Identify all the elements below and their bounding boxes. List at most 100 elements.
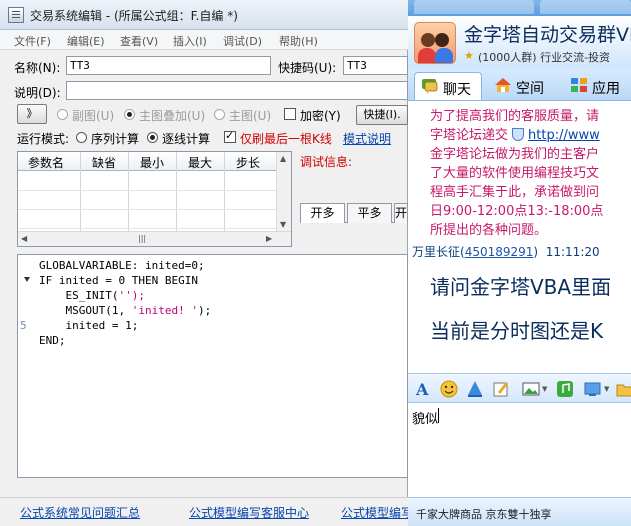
message-text: 当前是分时图还是K xyxy=(430,319,604,343)
radio-sequence-calc-label: 序列计算 xyxy=(91,132,140,146)
code-string: 'inited! ' xyxy=(131,304,198,317)
message-history[interactable]: 为了提高我们的客服质量，请 字塔论坛递交 http://www 金字塔论坛做为我们… xyxy=(408,101,631,373)
tab-chat[interactable]: 聊天 xyxy=(414,72,482,100)
group-notice: 为了提高我们的客服质量，请 字塔论坛递交 http://www 金字塔论坛做为我们… xyxy=(430,107,631,240)
tab-space-label: 空间 xyxy=(516,81,544,97)
param-header-min: 最小 xyxy=(140,156,165,170)
message-text: 请问金字塔VBA里面 xyxy=(430,275,612,299)
forum-link[interactable]: http://www xyxy=(528,128,600,143)
code-line: ES_INIT(''); xyxy=(39,289,145,302)
menu-help[interactable]: 帮助(H) xyxy=(279,33,318,49)
note-icon[interactable] xyxy=(492,380,510,398)
tab-apps[interactable]: 应用 xyxy=(564,72,631,100)
radio-main-label: 主图(U) xyxy=(229,109,272,123)
font-icon[interactable]: A xyxy=(414,380,432,398)
description-input[interactable] xyxy=(66,81,408,100)
name-input[interactable]: TT3 xyxy=(66,56,271,75)
code-editor[interactable]: 5 GLOBALVARIABLE: inited=0; IF inited = … xyxy=(17,254,408,478)
chat-window-tab[interactable] xyxy=(540,0,631,14)
menu-file[interactable]: 文件(F) xyxy=(14,33,51,49)
image-icon[interactable] xyxy=(522,380,540,398)
run-mode-label: 运行模式: xyxy=(17,132,70,146)
ad-link[interactable]: 千家大牌商品 京东雙十独享 xyxy=(416,506,552,522)
avatar-body-icon xyxy=(418,48,436,63)
parameter-grid-vscrollbar[interactable]: ▲ ▼ xyxy=(276,152,291,232)
chat-ad-bar: 千家大牌商品 京东雙十独享 xyxy=(408,497,631,526)
chevron-down-icon[interactable]: ▼ xyxy=(542,385,547,393)
debug-info-label: 调试信息: xyxy=(300,155,353,169)
chat-window-tabstrip xyxy=(408,0,631,16)
param-header-name: 参数名 xyxy=(28,156,65,170)
scroll-up-icon[interactable]: ▲ xyxy=(280,154,286,163)
grid-row-divider xyxy=(18,190,277,191)
tab-open-more[interactable]: 开 xyxy=(394,203,408,223)
radio-bybar-calc-label: 逐线计算 xyxy=(162,132,211,146)
shortcut-label: 快捷码(U): xyxy=(278,61,337,75)
shortcut-input[interactable]: TT3 xyxy=(343,56,408,75)
tab-open-long[interactable]: 开多 xyxy=(300,203,345,223)
grid-col-divider xyxy=(128,152,129,232)
chevron-down-icon[interactable]: ▼ xyxy=(604,385,609,393)
menu-insert[interactable]: 插入(I) xyxy=(173,33,207,49)
name-label: 名称(N): xyxy=(14,61,61,75)
scroll-down-icon[interactable]: ▼ xyxy=(280,220,286,229)
description-label: 说明(D): xyxy=(14,86,61,100)
parameter-grid-hscrollbar[interactable]: ◀ ||| ▶ xyxy=(18,231,291,246)
last-bar-only-checkbox[interactable] xyxy=(224,129,236,143)
tab-close-long[interactable]: 平多 xyxy=(347,203,392,223)
shake-icon[interactable] xyxy=(466,380,484,398)
tab-space[interactable]: 空间 xyxy=(488,72,556,100)
group-name[interactable]: 金字塔自动交易群VBA xyxy=(464,20,631,47)
mode-help-link[interactable]: 模式说明 xyxy=(343,130,391,147)
shield-icon xyxy=(512,128,525,141)
notice-line: 字塔论坛递交 http://www xyxy=(430,126,631,145)
code-line: IF inited = 0 THEN BEGIN xyxy=(39,274,198,287)
emoji-icon[interactable] xyxy=(440,380,458,398)
screenshot-icon[interactable] xyxy=(584,380,602,398)
sender-qq[interactable]: 450189291 xyxy=(465,245,534,259)
notice-line: 程高手汇集于此，承诺做到问 xyxy=(430,185,600,200)
quick-button[interactable]: 快捷(I). xyxy=(356,105,408,125)
scroll-thumb-grip-icon[interactable]: ||| xyxy=(138,234,146,243)
sender-close: ) xyxy=(533,245,539,259)
radio-main-overlay-label: 主图叠加(U) xyxy=(139,109,206,123)
encrypt-label: 加密(Y) xyxy=(300,109,341,123)
formula-writing-link[interactable]: 公式模型编写 xyxy=(341,504,413,521)
param-header-step: 步长 xyxy=(236,156,261,170)
radio-sequence-calc[interactable] xyxy=(76,132,87,143)
music-icon[interactable] xyxy=(556,380,574,398)
code-token: ); xyxy=(197,304,212,317)
parameter-grid[interactable]: 参数名 缺省 最小 最大 步长 ▲ ▼ ◀ ||| ▶ xyxy=(17,151,292,247)
fold-marker-icon[interactable] xyxy=(24,277,30,282)
radio-bybar-calc[interactable] xyxy=(147,132,158,143)
menu-debug[interactable]: 调试(D) xyxy=(223,33,262,49)
faq-link[interactable]: 公式系统常见问题汇总 xyxy=(20,504,140,521)
group-avatar[interactable] xyxy=(414,22,456,64)
sender-name[interactable]: 万里长征( xyxy=(412,245,465,259)
menu-view[interactable]: 查看(V) xyxy=(120,33,158,49)
radio-subchart[interactable] xyxy=(57,109,68,120)
support-center-link[interactable]: 公式模型编写客服中心 xyxy=(189,504,309,521)
radio-main[interactable] xyxy=(214,109,225,120)
help-links-bar: 公式系统常见问题汇总 公式模型编写客服中心 公式模型编写 xyxy=(0,497,413,526)
message-input[interactable]: 貌似 xyxy=(408,403,631,497)
notice-line: 所提出的各种问题。 xyxy=(430,223,548,238)
expand-button[interactable]: 》 xyxy=(17,104,47,124)
encrypt-checkbox[interactable] xyxy=(284,108,296,120)
folder-icon[interactable] xyxy=(616,380,631,398)
chat-window-tab[interactable] xyxy=(414,0,534,14)
code-gutter: 5 xyxy=(18,255,36,477)
avatar-head-icon xyxy=(421,33,435,47)
param-header-max: 最大 xyxy=(188,156,213,170)
menu-edit[interactable]: 编辑(E) xyxy=(67,33,105,49)
line-number: 5 xyxy=(20,319,27,332)
editor-app-icon xyxy=(8,7,24,23)
code-line: MSGOUT(1, 'inited! '); xyxy=(39,304,211,317)
tab-chat-label: 聊天 xyxy=(443,82,471,98)
editor-title-bar[interactable]: 交易系统编辑 - (所属公式组：F.自编 *) xyxy=(0,0,408,30)
radio-main-overlay[interactable] xyxy=(124,109,135,120)
scroll-left-icon[interactable]: ◀ xyxy=(21,234,27,243)
message-sender: 万里长征(450189291) 11:11:20 xyxy=(412,243,600,260)
scroll-right-icon[interactable]: ▶ xyxy=(266,234,272,243)
code-line: END; xyxy=(39,334,66,347)
